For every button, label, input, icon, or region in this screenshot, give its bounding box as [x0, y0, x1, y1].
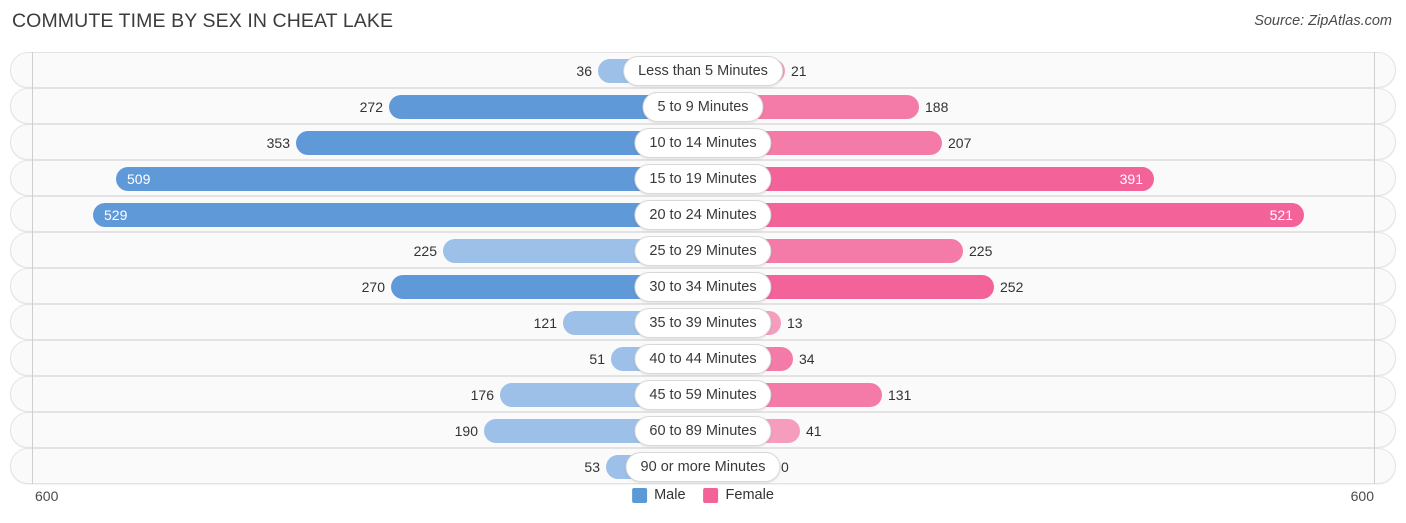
- bar-value-male: 53: [584, 459, 600, 475]
- axis-line-right: [1374, 52, 1375, 484]
- bar-track: 176 131 45 to 59 Minutes: [11, 377, 1395, 411]
- bar-rows: 36 21 Less than 5 Minutes 272 188 5 to 9 Minu…: [0, 52, 1406, 484]
- page-title: COMMUTE TIME BY SEX IN CHEAT LAKE: [12, 10, 394, 32]
- table-row[interactable]: 529 521 20 to 24 Minutes: [10, 196, 1396, 232]
- legend-label: Female: [725, 487, 774, 503]
- table-row[interactable]: 36 21 Less than 5 Minutes: [10, 52, 1396, 88]
- bar-track: 36 21 Less than 5 Minutes: [11, 53, 1395, 87]
- legend: Male Female: [632, 487, 774, 503]
- bar-value-female: 252: [1000, 279, 1024, 295]
- legend-item[interactable]: Female: [703, 487, 774, 503]
- category-label: 5 to 9 Minutes: [642, 92, 764, 122]
- category-label: 40 to 44 Minutes: [634, 344, 772, 374]
- category-label: 10 to 14 Minutes: [634, 128, 772, 158]
- bar-value-male: 51: [589, 351, 605, 367]
- bar-value-female: 13: [787, 315, 803, 331]
- table-row[interactable]: 509 391 15 to 19 Minutes: [10, 160, 1396, 196]
- bar-value-male: 529: [104, 207, 128, 223]
- bar-value-female: 225: [969, 243, 993, 259]
- bar-value-male: 190: [454, 423, 478, 439]
- table-row[interactable]: 121 13 35 to 39 Minutes: [10, 304, 1396, 340]
- bar-track: 270 252 30 to 34 Minutes: [11, 269, 1395, 303]
- bar-value-male: 509: [127, 171, 151, 187]
- bar-track: 51 34 40 to 44 Minutes: [11, 341, 1395, 375]
- plot-area: 36 21 Less than 5 Minutes 272 188 5 to 9 Minu…: [0, 52, 1406, 484]
- table-row[interactable]: 53 0 90 or more Minutes: [10, 448, 1396, 484]
- category-label: Less than 5 Minutes: [623, 56, 783, 86]
- bar-value-male: 225: [413, 243, 437, 259]
- table-row[interactable]: 225 225 25 to 29 Minutes: [10, 232, 1396, 268]
- bar-track: 529 521 20 to 24 Minutes: [11, 197, 1395, 231]
- table-row[interactable]: 176 131 45 to 59 Minutes: [10, 376, 1396, 412]
- legend-item[interactable]: Male: [632, 487, 686, 503]
- table-row[interactable]: 270 252 30 to 34 Minutes: [10, 268, 1396, 304]
- category-label: 35 to 39 Minutes: [634, 308, 772, 338]
- chart-footer: 600 600 Male Female: [0, 484, 1406, 523]
- bar-track: 53 0 90 or more Minutes: [11, 449, 1395, 483]
- category-label: 25 to 29 Minutes: [634, 236, 772, 266]
- table-row[interactable]: 51 34 40 to 44 Minutes: [10, 340, 1396, 376]
- bar-track: 225 225 25 to 29 Minutes: [11, 233, 1395, 267]
- category-label: 15 to 19 Minutes: [634, 164, 772, 194]
- category-label: 60 to 89 Minutes: [634, 416, 772, 446]
- bar-value-female: 207: [948, 135, 972, 151]
- table-row[interactable]: 353 207 10 to 14 Minutes: [10, 124, 1396, 160]
- axis-tick-right: 600: [1350, 488, 1374, 504]
- source-note: Source: ZipAtlas.com: [1254, 13, 1392, 29]
- legend-swatch-icon: [703, 487, 719, 503]
- axis-tick-left: 600: [35, 488, 59, 504]
- axis-line-left: [32, 52, 33, 484]
- bar-value-male: 270: [361, 279, 385, 295]
- bar-value-female: 21: [791, 63, 807, 79]
- legend-label: Male: [654, 487, 686, 503]
- bar-value-male: 176: [470, 387, 494, 403]
- table-row[interactable]: 190 41 60 to 89 Minutes: [10, 412, 1396, 448]
- bar-track: 509 391 15 to 19 Minutes: [11, 161, 1395, 195]
- bar-track: 272 188 5 to 9 Minutes: [11, 89, 1395, 123]
- bar-value-female: 521: [1269, 207, 1293, 223]
- bar-value-female: 41: [806, 423, 822, 439]
- bar-value-female: 34: [799, 351, 815, 367]
- bar-value-female: 131: [888, 387, 912, 403]
- bar-track: 353 207 10 to 14 Minutes: [11, 125, 1395, 159]
- bar-value-male: 36: [576, 63, 592, 79]
- bar-value-male: 272: [359, 99, 383, 115]
- bar-value-female: 188: [925, 99, 949, 115]
- table-row[interactable]: 272 188 5 to 9 Minutes: [10, 88, 1396, 124]
- bar-value-male: 121: [533, 315, 557, 331]
- legend-swatch-icon: [632, 487, 648, 503]
- category-label: 30 to 34 Minutes: [634, 272, 772, 302]
- category-label: 45 to 59 Minutes: [634, 380, 772, 410]
- bar-track: 121 13 35 to 39 Minutes: [11, 305, 1395, 339]
- bar-value-male: 353: [266, 135, 290, 151]
- category-label: 20 to 24 Minutes: [634, 200, 772, 230]
- bar-track: 190 41 60 to 89 Minutes: [11, 413, 1395, 447]
- category-label: 90 or more Minutes: [625, 452, 781, 482]
- chart-container: COMMUTE TIME BY SEX IN CHEAT LAKE Source…: [0, 0, 1406, 523]
